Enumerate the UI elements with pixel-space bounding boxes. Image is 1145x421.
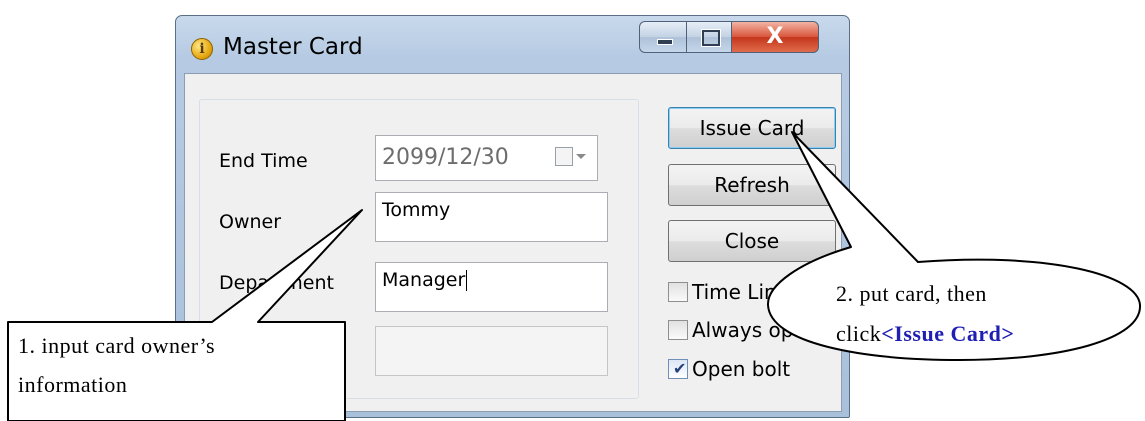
right-callout-line1: 2. put card, then xyxy=(836,281,987,306)
left-callout-line1: 1. input card owner’s xyxy=(18,333,216,358)
right-callout-line2: click<Issue Card> xyxy=(836,321,1014,347)
left-callout-line2: information xyxy=(18,372,128,397)
right-callout-prefix: click xyxy=(836,321,882,346)
right-callout-emphasis: <Issue Card> xyxy=(881,321,1015,346)
